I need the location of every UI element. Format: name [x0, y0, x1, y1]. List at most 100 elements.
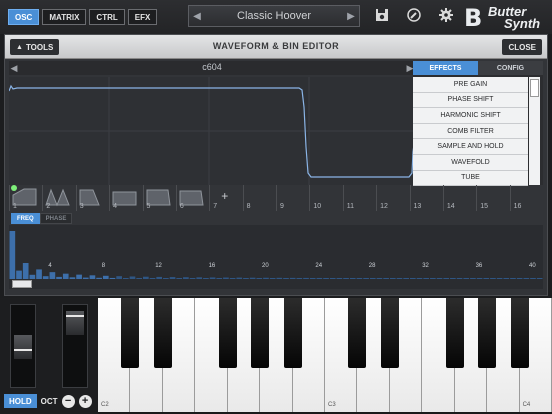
- hold-button[interactable]: HOLD: [4, 394, 37, 408]
- slot-number: 13: [413, 203, 422, 210]
- logo-text-bottom: Synth: [504, 16, 541, 31]
- wave-slot[interactable]: 13: [409, 185, 443, 211]
- logo-mark: B: [464, 4, 483, 32]
- add-wave-button[interactable]: +: [221, 189, 228, 203]
- effect-pre-gain[interactable]: PRE GAIN: [413, 77, 528, 93]
- effect-comb-filter[interactable]: COMB FILTER: [413, 123, 528, 140]
- slot-number: 7: [213, 203, 218, 210]
- bin-label: 28: [368, 263, 376, 269]
- bin-editor[interactable]: 4 8 12 16 20 24 28 32 36 40: [9, 225, 543, 279]
- wave-slot[interactable]: 2: [42, 185, 75, 211]
- tab-effects[interactable]: EFFECTS: [413, 61, 478, 75]
- wave-slot[interactable]: 16: [509, 185, 543, 211]
- bin-label: 40: [529, 263, 536, 269]
- black-key[interactable]: [445, 298, 464, 368]
- slot-number: 2: [46, 203, 51, 210]
- tab-matrix[interactable]: MATRIX: [42, 9, 87, 25]
- wave-slot[interactable]: 9: [276, 185, 309, 211]
- bin-label: 24: [315, 263, 323, 269]
- bin-label: 20: [262, 263, 269, 269]
- octave-up-button[interactable]: +: [78, 394, 92, 408]
- wave-selector: ◀ c604 ▶: [9, 61, 415, 75]
- preset-prev-icon[interactable]: ◀: [189, 6, 205, 26]
- bin-bar[interactable]: [22, 263, 29, 279]
- hold-octave-controls: HOLD OCT − +: [4, 394, 92, 408]
- waveform-display[interactable]: [9, 77, 415, 185]
- bin-bar[interactable]: [36, 269, 42, 279]
- pitch-wheel[interactable]: [10, 304, 36, 388]
- wave-slot[interactable]: 10: [309, 185, 342, 211]
- bin-bar[interactable]: [16, 270, 22, 279]
- close-button[interactable]: CLOSE: [502, 39, 542, 55]
- bin-label: 16: [208, 263, 216, 269]
- preset-next-icon[interactable]: ▶: [343, 6, 359, 26]
- black-key[interactable]: [283, 298, 302, 368]
- effects-panel: EFFECTS CONFIG PRE GAIN PHASE SHIFT HARM…: [413, 61, 543, 187]
- preset-selector: ◀ Classic Hoover ▶: [188, 5, 360, 27]
- mod-wheel-mark: [66, 315, 84, 317]
- black-key[interactable]: [153, 298, 172, 368]
- black-key[interactable]: [380, 298, 399, 368]
- tab-config[interactable]: CONFIG: [478, 61, 543, 75]
- slot-number: 11: [346, 203, 355, 210]
- slot-number: 3: [79, 203, 84, 210]
- view-tabs: FREQ PHASE: [11, 213, 73, 224]
- tab-phase[interactable]: PHASE: [39, 213, 73, 224]
- wave-slot[interactable]: 15: [476, 185, 509, 211]
- mod-wheel[interactable]: [62, 304, 88, 388]
- tab-ctrl[interactable]: CTRL: [89, 9, 125, 25]
- wave-slot[interactable]: 6: [175, 185, 209, 211]
- top-bar: OSC MATRIX CTRL EFX ◀ Classic Hoover ▶ B…: [0, 0, 552, 34]
- preset-name[interactable]: Classic Hoover: [205, 10, 343, 22]
- bin-label: 8: [101, 263, 106, 269]
- effect-tube[interactable]: TUBE: [413, 170, 528, 187]
- key-label: C4: [522, 402, 531, 408]
- black-key[interactable]: [218, 298, 237, 368]
- tab-efx[interactable]: EFX: [127, 9, 158, 25]
- effect-sample-and-hold[interactable]: SAMPLE AND HOLD: [413, 139, 528, 155]
- piano-keyboard: C2 C3 C4: [98, 298, 552, 414]
- slot-number: 14: [446, 203, 455, 210]
- panel-title: WAVEFORM & BIN EDITOR: [212, 41, 340, 51]
- wave-slot[interactable]: 8: [242, 185, 276, 211]
- black-key[interactable]: [121, 298, 140, 368]
- gear-icon[interactable]: [438, 8, 454, 24]
- slot-number: 10: [313, 203, 322, 210]
- wave-slot[interactable]: 14: [442, 185, 476, 211]
- wave-slot[interactable]: 11: [342, 185, 376, 211]
- octave-label: OCT: [40, 396, 58, 406]
- wrench-icon[interactable]: [406, 8, 422, 24]
- bin-label: 4: [48, 263, 52, 269]
- top-icons: [374, 8, 470, 24]
- wave-slot[interactable]: 1: [9, 185, 42, 211]
- black-key[interactable]: [348, 298, 367, 368]
- bin-bar[interactable]: [9, 231, 16, 279]
- tab-freq[interactable]: FREQ: [11, 213, 40, 224]
- bin-scrollbar[interactable]: [9, 279, 543, 289]
- effects-scroll-thumb[interactable]: [530, 79, 539, 97]
- effect-harmonic-shift[interactable]: HARMONIC SHIFT: [413, 108, 528, 124]
- wave-slot[interactable]: 5: [142, 185, 176, 211]
- wave-slot[interactable]: 12: [376, 185, 409, 211]
- octave-down-button[interactable]: −: [61, 394, 75, 408]
- wave-name: c604: [202, 62, 222, 72]
- bin-scroll-thumb[interactable]: [12, 280, 32, 288]
- effect-phase-shift[interactable]: PHASE SHIFT: [413, 92, 528, 109]
- save-icon[interactable]: [374, 8, 390, 24]
- tab-osc[interactable]: OSC: [8, 9, 40, 25]
- effect-wavefold[interactable]: WAVEFOLD: [413, 154, 528, 171]
- slot-number: 8: [246, 203, 251, 210]
- wave-slot[interactable]: 4: [109, 185, 142, 211]
- black-key[interactable]: [510, 298, 529, 368]
- slot-number: 15: [480, 203, 489, 210]
- slot-number: 9: [280, 203, 284, 210]
- bin-bar[interactable]: [49, 272, 56, 279]
- black-key[interactable]: [251, 298, 270, 368]
- wave-slot[interactable]: 3: [75, 185, 109, 211]
- black-key[interactable]: [478, 298, 497, 368]
- mode-tabs: OSC MATRIX CTRL EFX: [8, 9, 160, 25]
- slot-number: 6: [179, 203, 184, 210]
- pitch-wheel-cap[interactable]: [14, 335, 32, 359]
- effects-scrollbar[interactable]: [529, 77, 540, 185]
- slot-number: 12: [380, 203, 388, 210]
